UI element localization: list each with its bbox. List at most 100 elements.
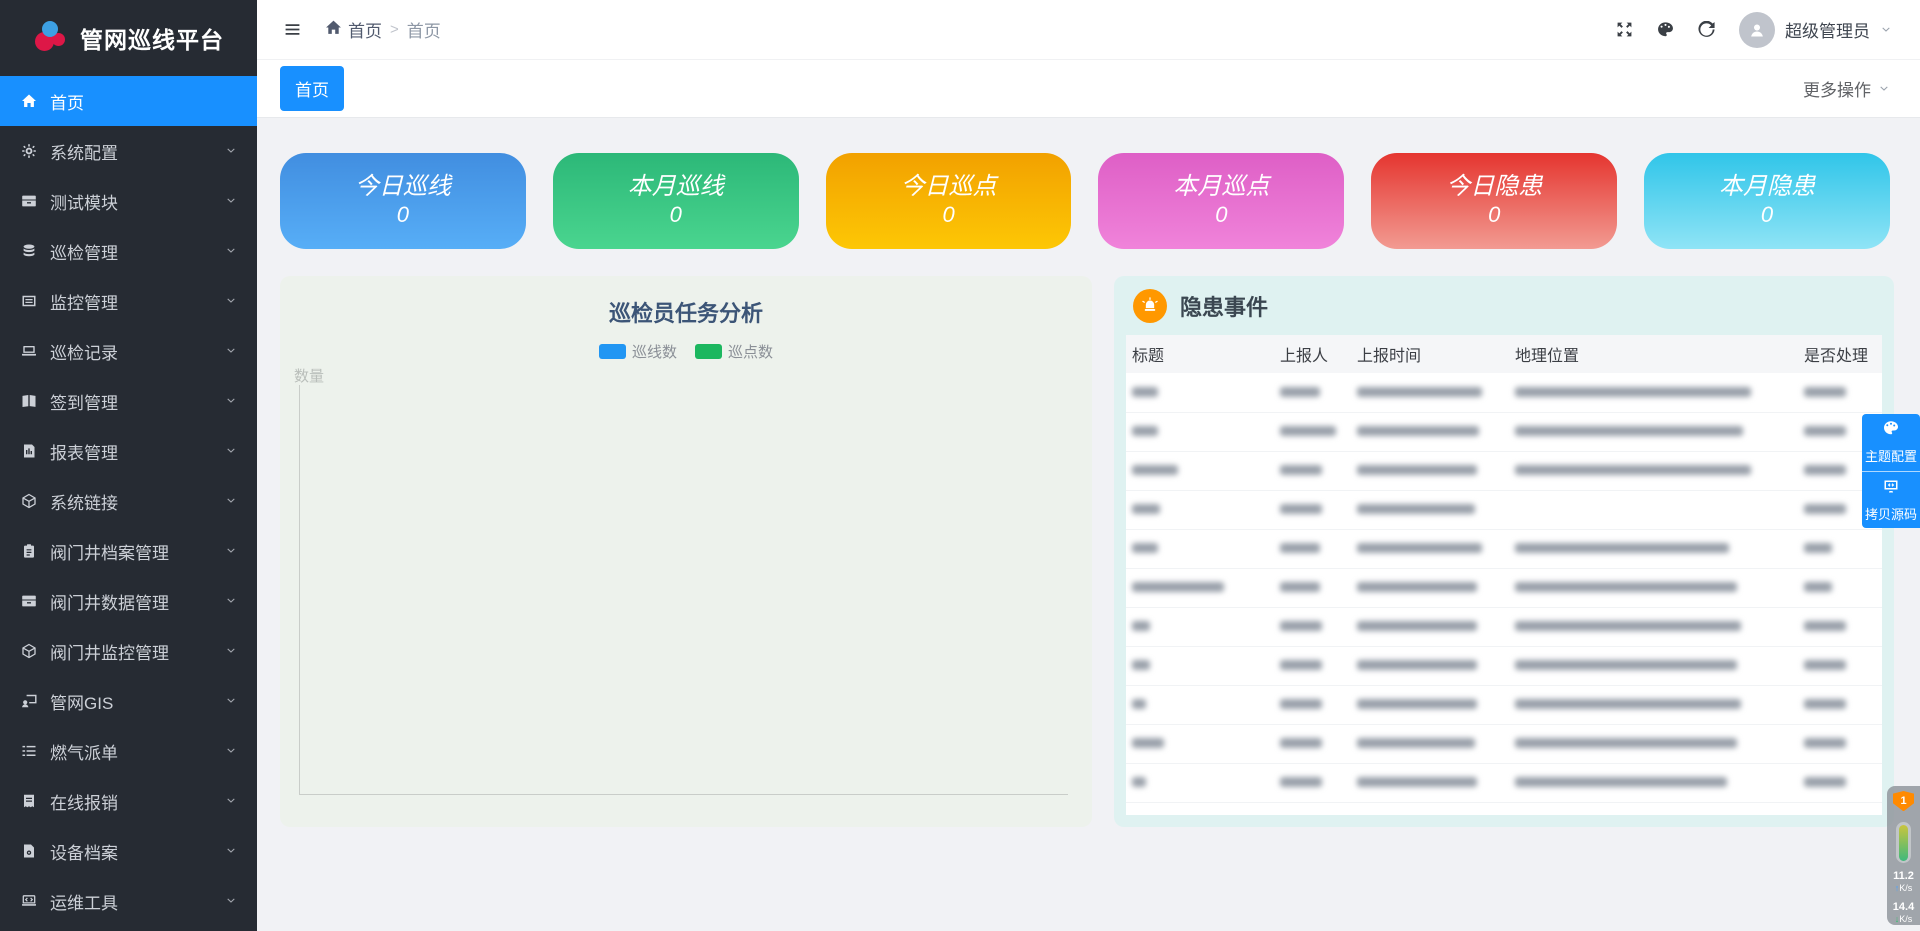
chevron-down-icon [225, 695, 237, 707]
table-body [1126, 373, 1882, 802]
sidebar-item-label: 管网GIS [50, 689, 225, 714]
sidebar-item-5[interactable]: 巡检记录 [0, 326, 257, 376]
redacted-cell [1804, 543, 1832, 553]
chevron-down-icon [1878, 83, 1890, 95]
hazard-events-header: 隐患事件 [1126, 276, 1882, 335]
sidebar-item-10[interactable]: 阀门井数据管理 [0, 576, 257, 626]
sidebar-item-13[interactable]: 燃气派单 [0, 726, 257, 776]
table-row [1126, 568, 1882, 607]
hazard-events-table: 标题上报人上报时间地理位置是否处理 [1126, 335, 1882, 803]
download-speed-value: 14.4 [1893, 901, 1914, 914]
sidebar-item-6[interactable]: 签到管理 [0, 376, 257, 426]
sidebar-item-label: 燃气派单 [50, 739, 225, 764]
stat-card: 本月隐患0 [1644, 153, 1890, 249]
stat-card: 今日巡线0 [280, 153, 526, 249]
sidebar-item-12[interactable]: 管网GIS [0, 676, 257, 726]
page-content: 今日巡线0本月巡线0今日巡点0本月巡点0今日隐患0本月隐患0 巡检员任务分析 巡… [257, 118, 1920, 931]
sidebar-item-7[interactable]: 报表管理 [0, 426, 257, 476]
theme-palette-icon[interactable] [1657, 21, 1674, 38]
fullscreen-icon[interactable] [1616, 21, 1633, 38]
avatar [1739, 12, 1775, 48]
redacted-cell [1357, 465, 1477, 475]
chart-legend: 巡线数巡点数 [280, 341, 1092, 362]
sidebar-item-15[interactable]: 设备档案 [0, 826, 257, 876]
upload-speed-value: 11.2 [1893, 870, 1914, 883]
redacted-cell [1132, 543, 1158, 553]
upload-speed: 11.2 ↑K/s [1893, 870, 1914, 894]
redacted-cell [1357, 777, 1477, 787]
chevron-down-icon [225, 195, 237, 207]
chevron-down-icon [225, 445, 237, 457]
sidebar-item-label: 签到管理 [50, 389, 225, 414]
redacted-cell [1804, 777, 1846, 787]
redacted-cell [1804, 621, 1846, 631]
stat-card-value: 0 [670, 202, 682, 228]
tab-home[interactable]: 首页 [280, 66, 344, 111]
redacted-cell [1132, 738, 1164, 748]
stat-card-value: 0 [1761, 202, 1773, 228]
sidebar-item-11[interactable]: 阀门井监控管理 [0, 626, 257, 676]
refresh-icon[interactable] [1698, 21, 1715, 38]
redacted-cell [1132, 699, 1146, 709]
sidebar-item-2[interactable]: 测试模块 [0, 176, 257, 226]
stat-card-label: 本月巡线 [628, 173, 724, 202]
app-title: 管网巡线平台 [80, 21, 224, 55]
floating-button-0[interactable]: 主题配置 [1862, 414, 1920, 471]
user-menu[interactable]: 超级管理员 [1739, 12, 1892, 48]
sidebar-item-label: 首页 [50, 89, 237, 114]
redacted-cell [1357, 426, 1479, 436]
redacted-cell [1132, 660, 1150, 670]
breadcrumb-root-label: 首页 [348, 17, 382, 42]
redacted-cell [1515, 660, 1737, 670]
sidebar-item-1[interactable]: 系统配置 [0, 126, 257, 176]
table-header-row: 标题上报人上报时间地理位置是否处理 [1126, 335, 1882, 373]
stat-card-value: 0 [1215, 202, 1227, 228]
breadcrumb-home-link[interactable]: 首页 [325, 17, 382, 42]
sidebar-item-16[interactable]: 运维工具 [0, 876, 257, 926]
cube-icon [19, 643, 39, 659]
redacted-cell [1280, 426, 1336, 436]
redacted-cell [1804, 738, 1846, 748]
sidebar-item-9[interactable]: 阀门井档案管理 [0, 526, 257, 576]
book-icon [19, 393, 39, 409]
redacted-cell [1515, 582, 1737, 592]
redacted-cell [1515, 387, 1751, 397]
sidebar-item-3[interactable]: 巡检管理 [0, 226, 257, 276]
table-row [1126, 646, 1882, 685]
hazard-events-title: 隐患事件 [1180, 290, 1268, 322]
sidebar-item-label: 报表管理 [50, 439, 225, 464]
navbar-right: 超级管理员 [1616, 12, 1892, 48]
redacted-cell [1804, 426, 1846, 436]
chevron-down-icon [225, 345, 237, 357]
network-monitor-widget[interactable]: 1 11.2 ↑K/s 14.4 ↓K/s [1887, 786, 1920, 925]
stat-card-label: 今日隐患 [1446, 173, 1542, 202]
redacted-cell [1804, 660, 1846, 670]
redacted-cell [1515, 738, 1737, 748]
redacted-cell [1280, 543, 1320, 553]
stat-card: 本月巡线0 [553, 153, 799, 249]
legend-item[interactable]: 巡点数 [695, 341, 773, 362]
collapse-sidebar-icon[interactable] [284, 21, 301, 38]
sidebar-item-14[interactable]: 在线报销 [0, 776, 257, 826]
sidebar-item-label: 运维工具 [50, 889, 225, 914]
app-logo: 管网巡线平台 [0, 0, 257, 76]
redacted-cell [1515, 777, 1727, 787]
table-column-header: 标题 [1126, 335, 1274, 373]
shield-badge-icon: 1 [1893, 791, 1914, 811]
panels-row: 巡检员任务分析 巡线数巡点数 数量 隐患事件 [280, 276, 1890, 827]
palette-icon [1883, 420, 1899, 441]
sidebar-item-8[interactable]: 系统链接 [0, 476, 257, 526]
floating-button-label: 主题配置 [1865, 446, 1917, 465]
more-operations-dropdown[interactable]: 更多操作 [1803, 76, 1890, 101]
redacted-cell [1515, 621, 1741, 631]
chevron-down-icon [225, 645, 237, 657]
floating-button-1[interactable]: 拷贝源码 [1862, 471, 1920, 528]
table-row [1126, 451, 1882, 490]
legend-item[interactable]: 巡线数 [599, 341, 677, 362]
sidebar-item-0[interactable]: 首页 [0, 76, 257, 126]
breadcrumb-current-label: 首页 [407, 17, 441, 42]
legend-swatch [599, 344, 626, 359]
chart-plot-area [299, 385, 1068, 795]
sidebar-item-4[interactable]: 监控管理 [0, 276, 257, 326]
sidebar-item-label: 设备档案 [50, 839, 225, 864]
